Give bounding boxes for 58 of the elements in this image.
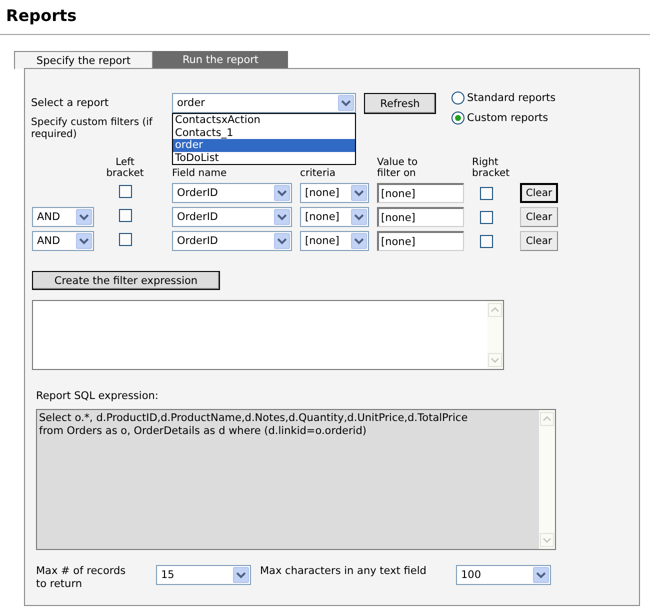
dropdown[interactable]: [none] <box>300 231 369 251</box>
field-label: Specify custom filters (if required) <box>31 117 154 141</box>
clear-button[interactable]: Clear <box>520 207 558 227</box>
sql-text: Select o.*, d.ProductID,d.ProductName,d.Notes,d.Quantity,d.UnitPrice,d.TotalPrice from Orders as o, OrderDetails as d where (d.linkid=o.orderid) <box>38 411 469 439</box>
dropdown[interactable]: 15 <box>156 565 251 585</box>
chevron-down-icon <box>338 95 354 111</box>
chevron-down-icon <box>274 209 290 225</box>
column-header: criteria <box>300 168 336 179</box>
tab[interactable]: Run the report <box>153 51 288 68</box>
clear-button[interactable]: Clear <box>520 231 558 251</box>
column-header: Value to filter on <box>377 157 419 179</box>
checkbox[interactable] <box>480 210 493 224</box>
checkbox[interactable] <box>118 208 132 222</box>
field-label: Max # of records to return <box>36 565 127 591</box>
tab[interactable]: Specify the report <box>14 51 153 69</box>
chevron-down-icon <box>76 233 92 249</box>
dropdown[interactable]: OrderID <box>172 183 292 203</box>
dropdown[interactable]: AND <box>32 231 94 251</box>
dropdown[interactable]: 100 <box>456 565 551 585</box>
refresh-button[interactable]: Refresh <box>364 93 436 114</box>
chevron-down-icon <box>351 185 367 201</box>
clear-button[interactable]: Clear <box>520 183 558 203</box>
checkbox[interactable] <box>118 184 132 198</box>
field-label: Max characters in any text field <box>260 565 428 577</box>
chevron-down-icon <box>233 567 249 583</box>
dropdown-option[interactable]: order <box>173 139 355 152</box>
dropdown[interactable]: order <box>172 93 356 113</box>
column-header: Left bracket <box>105 157 145 179</box>
chevron-down-icon <box>76 209 92 225</box>
checkbox[interactable] <box>480 234 493 248</box>
page-title: Reports <box>6 5 77 25</box>
radio-label: Standard reports <box>467 92 556 104</box>
column-header: Right bracket <box>472 157 511 179</box>
dropdown[interactable]: [none] <box>300 183 369 203</box>
dropdown[interactable]: OrderID <box>172 207 292 227</box>
chevron-down-icon <box>351 209 367 225</box>
field-label: Select a report <box>31 97 110 109</box>
dropdown[interactable]: [none] <box>300 207 369 227</box>
value-field[interactable]: [none] <box>377 231 464 251</box>
value-field[interactable]: [none] <box>377 207 464 227</box>
value-field[interactable]: [none] <box>377 183 464 203</box>
dropdown[interactable]: AND <box>32 207 94 227</box>
chevron-down-icon <box>351 233 367 249</box>
checkbox[interactable] <box>480 186 493 200</box>
dropdown-option[interactable]: ToDoList <box>173 152 355 164</box>
field-label: Report SQL expression: <box>36 390 160 403</box>
chevron-down-icon <box>274 185 290 201</box>
column-header: Field name <box>172 168 228 179</box>
dropdown-option[interactable]: ContactsxAction <box>173 114 355 126</box>
checkbox[interactable] <box>118 232 132 246</box>
dropdown[interactable]: OrderID <box>172 231 292 251</box>
radio-button[interactable] <box>451 91 465 105</box>
dropdown-option[interactable]: Contacts_1 <box>173 126 355 139</box>
radio-button[interactable] <box>451 111 465 125</box>
create-filter-button[interactable]: Create the filter expression <box>32 271 220 290</box>
chevron-down-icon <box>533 567 549 583</box>
radio-label: Custom reports <box>467 112 548 124</box>
chevron-down-icon <box>274 233 290 249</box>
